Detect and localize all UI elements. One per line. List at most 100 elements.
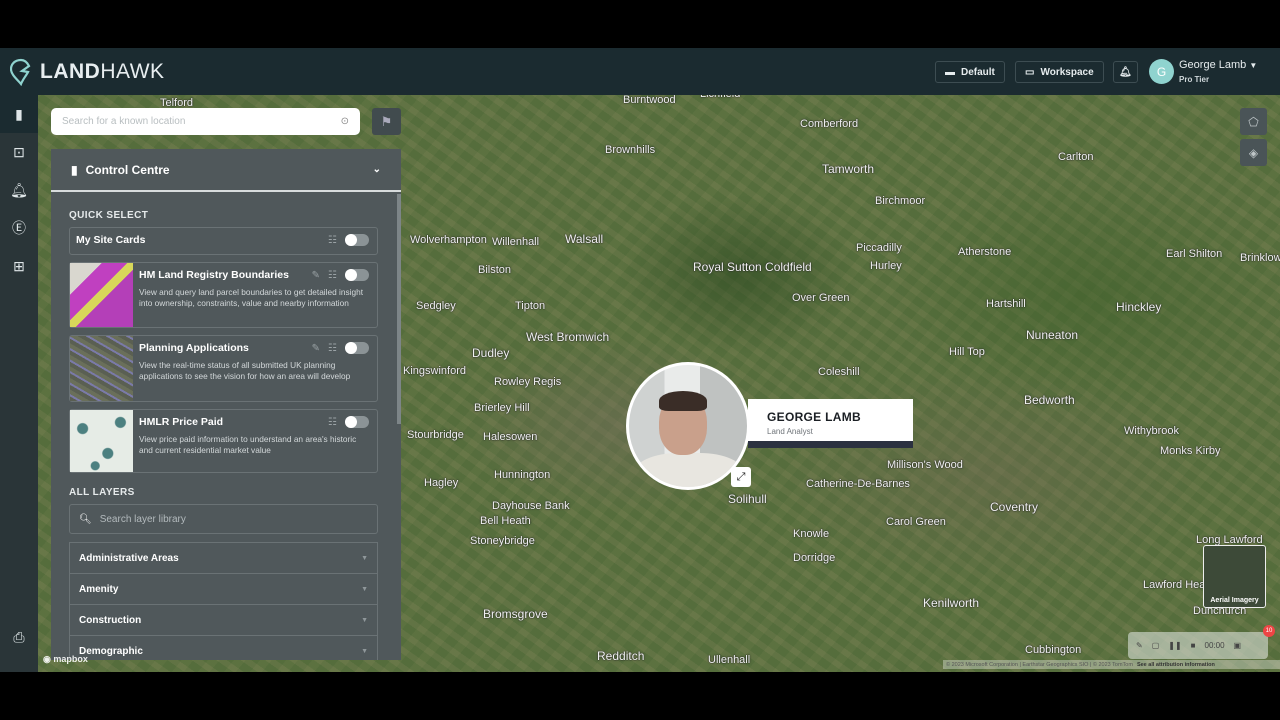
map-place-label: Carlton bbox=[1058, 151, 1094, 163]
category-construction[interactable]: Construction ▼ bbox=[69, 604, 378, 635]
grid-icon[interactable]: ⊞ bbox=[0, 247, 38, 285]
map-icon: ▮ bbox=[71, 162, 78, 177]
mapbox-logo[interactable]: ◉ mapbox bbox=[43, 654, 88, 665]
category-administrative-areas[interactable]: Administrative Areas ▼ bbox=[69, 542, 378, 573]
pen-icon[interactable]: ✎ bbox=[1136, 641, 1143, 650]
pause-icon[interactable]: ❚❚ bbox=[1168, 641, 1181, 650]
avatar[interactable]: G bbox=[1149, 59, 1174, 84]
attribution-text: © 2023 Microsoft Corporation | Earthstar… bbox=[946, 661, 1133, 668]
settings-sliders-icon[interactable]: ☷ bbox=[328, 270, 337, 281]
screen-icon[interactable]: ▣ bbox=[1234, 641, 1242, 650]
map-place-label: Walsall bbox=[565, 232, 604, 246]
category-label: Construction bbox=[79, 614, 142, 626]
location-pin-icon[interactable]: ⊙ bbox=[341, 116, 349, 127]
notifications-button[interactable]: 🔔︎ bbox=[1113, 61, 1138, 83]
settings-sliders-icon[interactable]: ☷ bbox=[328, 417, 337, 428]
left-rail: ▮ ⊡ 🔔︎ Ⓔ ⊞ ⎙ bbox=[0, 95, 38, 672]
draw-polygon-button[interactable]: ⬠ bbox=[1240, 108, 1267, 135]
map-place-label: Hurley bbox=[870, 260, 902, 272]
default-label: Default bbox=[961, 66, 995, 78]
folder-icon: ▬ bbox=[945, 66, 955, 78]
paintbrush-icon[interactable]: ✎ bbox=[312, 343, 320, 354]
planning-thumbnail bbox=[70, 336, 133, 401]
print-icon[interactable]: ⎙ bbox=[0, 618, 38, 656]
paintbrush-icon[interactable]: ✎ bbox=[312, 270, 320, 281]
land-registry-toggle[interactable] bbox=[345, 269, 369, 281]
map-place-label: Dorridge bbox=[793, 552, 836, 564]
map-place-label: Birchmoor bbox=[875, 195, 926, 207]
layer-search-input[interactable]: 🔍︎ Search layer library bbox=[69, 504, 378, 534]
presenter-role: Land Analyst bbox=[767, 427, 813, 436]
workspace-button[interactable]: ▭ Workspace bbox=[1015, 61, 1104, 83]
basemap-switcher[interactable]: Aerial Imagery bbox=[1203, 545, 1266, 608]
recorder-time: 00:00 bbox=[1204, 641, 1225, 650]
recorder-toolbar: ✎ ▢ ❚❚ ■ 00:00 ▣ bbox=[1128, 632, 1268, 659]
map-place-label: Tamworth bbox=[822, 162, 875, 176]
mapbox-icon: ◉ bbox=[43, 654, 51, 664]
map-place-label: Rowley Regis bbox=[494, 376, 562, 388]
landhawk-logo[interactable]: LAND HAWK bbox=[10, 58, 165, 86]
hawk-logo-icon bbox=[10, 58, 31, 86]
map-place-label: Brierley Hill bbox=[474, 402, 530, 414]
map-place-label: Hagley bbox=[424, 477, 459, 489]
category-label: Administrative Areas bbox=[79, 552, 179, 564]
price-paid-toggle[interactable] bbox=[345, 416, 369, 428]
map-place-label: Withybrook bbox=[1124, 425, 1180, 437]
map-place-label: Earl Shilton bbox=[1166, 248, 1223, 260]
brand-bold: LAND bbox=[40, 59, 101, 83]
map-place-label: Tipton bbox=[515, 300, 546, 312]
user-name[interactable]: George Lamb ▼ bbox=[1179, 59, 1257, 71]
map-attribution: © 2023 Microsoft Corporation | Earthstar… bbox=[943, 660, 1280, 669]
alert-icon[interactable]: 🔔︎ bbox=[0, 171, 38, 209]
stop-icon[interactable]: ■ bbox=[1191, 641, 1196, 650]
map-place-label: West Bromwich bbox=[526, 330, 610, 344]
all-layers-heading: ALL LAYERS bbox=[69, 487, 135, 498]
default-button[interactable]: ▬ Default bbox=[935, 61, 1005, 83]
pound-icon[interactable]: Ⓔ bbox=[0, 209, 38, 247]
flag-button[interactable]: ⚑ bbox=[372, 108, 401, 135]
caret-down-icon: ▼ bbox=[361, 585, 368, 593]
map-icon[interactable]: ▮ bbox=[0, 95, 38, 133]
settings-sliders-icon[interactable]: ☷ bbox=[328, 235, 337, 246]
note-icon[interactable]: ▢ bbox=[1152, 641, 1160, 650]
category-demographic[interactable]: Demographic ▼ bbox=[69, 635, 378, 660]
expand-arrows-icon: ⤢ bbox=[736, 470, 746, 483]
brand-light: HAWK bbox=[100, 59, 165, 83]
map-place-label: Bedworth bbox=[1024, 393, 1075, 407]
map-place-label: Redditch bbox=[597, 649, 645, 663]
map-place-label: Catherine-De-Barnes bbox=[806, 478, 910, 490]
location-search-input[interactable]: Search for a known location ⊙ bbox=[51, 108, 360, 135]
search-placeholder: Search for a known location bbox=[62, 116, 186, 127]
presenter-namecard: GEORGE LAMB Land Analyst bbox=[748, 399, 913, 448]
map-place-label: Royal Sutton Coldfield bbox=[693, 260, 812, 274]
layers-icon: ◈ bbox=[1248, 145, 1259, 160]
map-place-label: Ullenhall bbox=[708, 654, 751, 666]
map-place-label: Over Green bbox=[792, 292, 850, 304]
category-label: Amenity bbox=[79, 583, 119, 595]
map-place-label: Willenhall bbox=[492, 236, 540, 248]
map-place-label: Brownhills bbox=[605, 144, 656, 156]
settings-sliders-icon[interactable]: ☷ bbox=[328, 343, 337, 354]
site-search-icon[interactable]: ⊡ bbox=[0, 133, 38, 171]
map-place-label: Wolverhampton bbox=[410, 234, 487, 246]
planning-toggle[interactable] bbox=[345, 342, 369, 354]
chevron-down-icon[interactable]: ⌄ bbox=[373, 164, 381, 175]
category-amenity[interactable]: Amenity ▼ bbox=[69, 573, 378, 604]
category-label: Demographic bbox=[79, 645, 143, 657]
user-tier: Pro Tier bbox=[1179, 75, 1210, 84]
user-name-text: George Lamb bbox=[1179, 59, 1247, 71]
map-place-label: Carol Green bbox=[886, 516, 946, 528]
my-site-cards-toggle[interactable] bbox=[345, 234, 369, 246]
attribution-link[interactable]: See all attribution information bbox=[1137, 662, 1215, 668]
layer-description: View and query land parcel boundaries to… bbox=[139, 287, 364, 308]
control-centre-header[interactable]: ▮ Control Centre ⌄ bbox=[51, 149, 401, 192]
map-place-label: Coventry bbox=[990, 500, 1039, 514]
map-place-label: Hartshill bbox=[986, 298, 1026, 310]
panel-scrollbar[interactable] bbox=[397, 194, 401, 424]
map-place-label: Dayhouse Bank bbox=[492, 500, 570, 512]
expand-video-button[interactable]: ⤢ bbox=[731, 467, 751, 487]
workspace-label: Workspace bbox=[1040, 66, 1094, 78]
map-place-label: Solihull bbox=[728, 492, 767, 506]
panel-title: Control Centre bbox=[85, 162, 170, 177]
layers-button[interactable]: ◈ bbox=[1240, 139, 1267, 166]
